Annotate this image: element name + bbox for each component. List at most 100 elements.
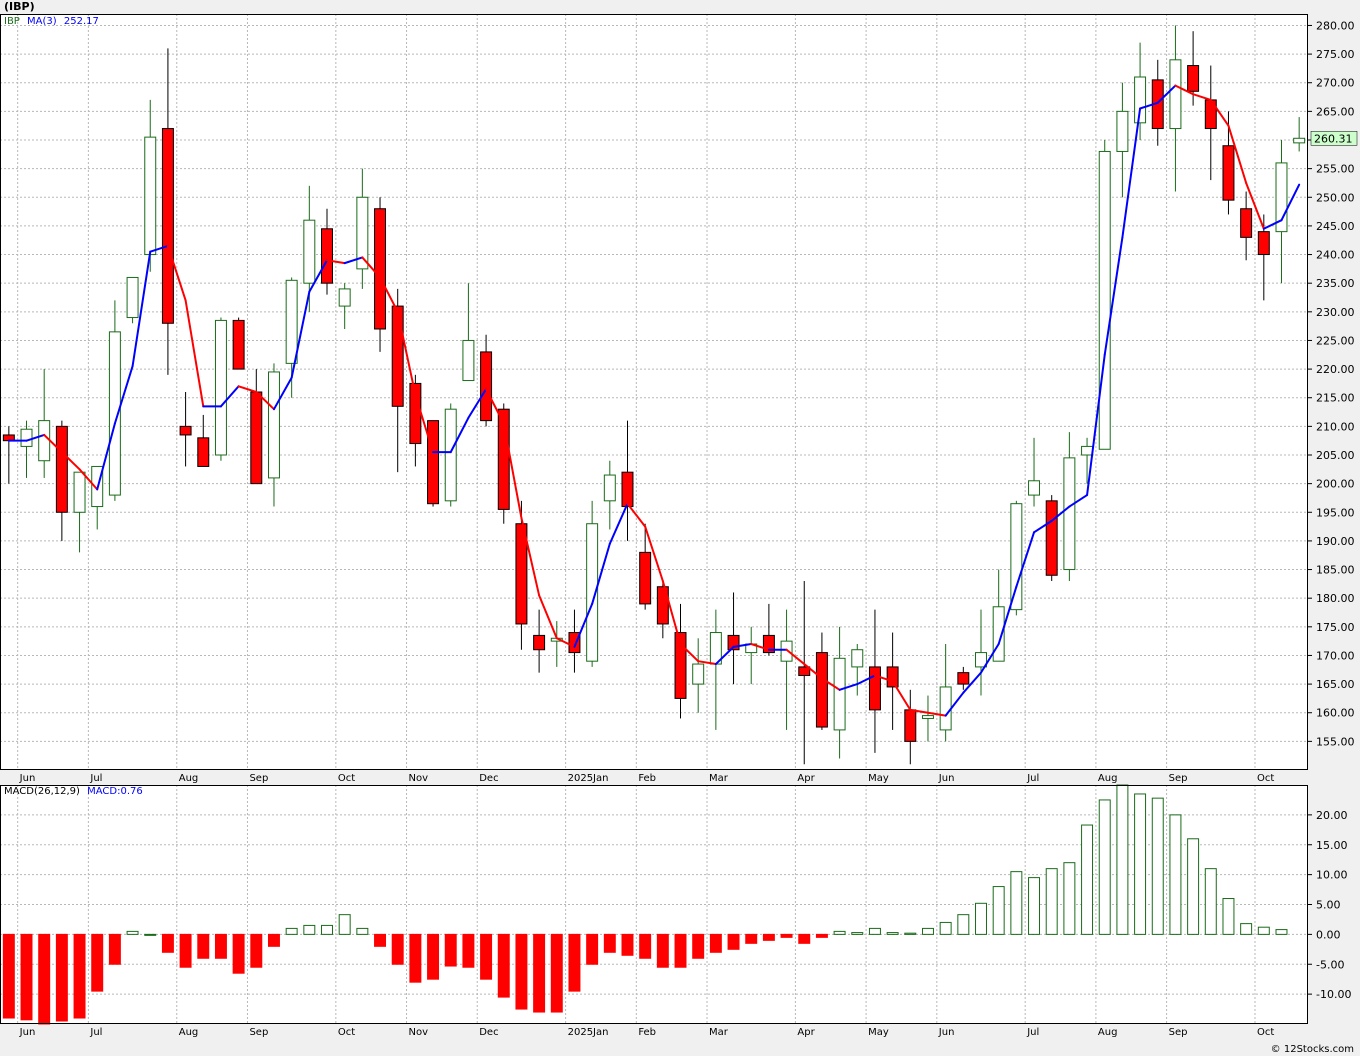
macd-tick-label: 0.00	[1316, 928, 1341, 941]
macd-bar	[1045, 868, 1058, 935]
price-month-label: Jun	[19, 773, 36, 784]
macd-tick-label: 20.00	[1316, 809, 1348, 822]
price-tick-label: 225.00	[1316, 334, 1355, 347]
macd-bar	[515, 933, 528, 1010]
macd-bar	[267, 933, 280, 947]
macd-bar	[391, 933, 404, 965]
price-month-label: Feb	[638, 773, 656, 784]
macd-bar	[250, 933, 263, 968]
macd-bar	[1028, 877, 1041, 935]
candle-body	[904, 709, 917, 742]
candle-body	[851, 649, 864, 668]
price-tick-label: 185.00	[1316, 564, 1355, 577]
macd-bar	[480, 933, 493, 980]
last-price-label: 260.31	[1314, 132, 1353, 145]
macd-y-axis: -10.00 -5.00 0.00 5.00 10.00 15.00 20.00	[1308, 809, 1351, 1001]
price-tick-label: 280.00	[1316, 19, 1355, 32]
macd-bar	[338, 914, 351, 935]
candle-body	[603, 474, 616, 502]
price-tick-label: 270.00	[1316, 77, 1355, 90]
macd-tick-label: 10.00	[1316, 869, 1348, 882]
macd-bar	[939, 921, 952, 935]
candle-body	[1010, 503, 1023, 611]
macd-bar	[868, 927, 881, 935]
macd-bar	[409, 933, 422, 983]
macd-bar	[533, 933, 546, 1013]
macd-month-label: Dec	[479, 1027, 498, 1038]
candle-body	[1063, 457, 1076, 571]
price-month-label: Oct	[338, 773, 355, 784]
macd-bar	[975, 902, 987, 935]
macd-bar	[38, 933, 51, 1025]
macd-bar	[285, 927, 298, 935]
price-month-label: May	[868, 773, 889, 784]
macd-bar	[497, 933, 510, 998]
macd-month-label: Feb	[638, 1027, 656, 1038]
price-month-label: Jun	[938, 773, 955, 784]
macd-bar	[73, 933, 86, 1019]
candle-body	[833, 657, 846, 731]
macd-tick-label: -5.00	[1316, 958, 1344, 971]
chart-canvas: 155.00 160.00 165.00 170.00 175.00 180.00 185.…	[0, 14, 1358, 1038]
candle-body	[939, 686, 952, 731]
price-tick-label: 235.00	[1316, 277, 1355, 290]
price-tick-label: 210.00	[1316, 420, 1355, 433]
macd-x-axis: Jun Jul Aug Sep Oct Nov Dec 2025Jan Feb Mar Apr May…	[19, 1027, 1275, 1038]
macd-bar	[356, 927, 369, 935]
macd-bar	[992, 886, 1005, 935]
candle-body	[321, 228, 333, 284]
candle-body	[1098, 150, 1111, 450]
macd-bar	[462, 933, 475, 968]
price-tick-label: 255.00	[1316, 163, 1355, 176]
macd-legend: MACD(26,12,9) MACD:0.76	[4, 786, 143, 797]
candle-body	[886, 666, 899, 688]
macd-bar	[586, 933, 599, 965]
price-tick-label: 265.00	[1316, 105, 1355, 118]
macd-bar	[91, 933, 104, 992]
macd-bar	[144, 933, 157, 936]
candle-body	[285, 279, 298, 364]
macd-month-label: Aug	[1098, 1027, 1118, 1038]
candle-body	[126, 276, 139, 319]
candle-body	[179, 425, 192, 436]
macd-grid	[0, 785, 1308, 1024]
price-month-label: Sep	[1169, 773, 1188, 784]
macd-bar	[550, 933, 563, 1013]
candle-body	[391, 305, 404, 407]
macd-tick-label: 15.00	[1316, 839, 1348, 852]
candle-body	[1257, 231, 1270, 256]
macd-bar	[303, 924, 316, 935]
legend-symbol: IBP	[4, 16, 20, 27]
legend-ma-label: MA(3)	[27, 16, 57, 27]
price-tick-label: 220.00	[1316, 363, 1355, 376]
candle-body	[161, 128, 174, 324]
macd-bar	[833, 930, 846, 935]
candle-body	[1293, 137, 1306, 144]
price-month-label: Jul	[89, 773, 102, 784]
candle-body	[20, 428, 33, 447]
candle-body	[1028, 480, 1041, 496]
macd-bar	[1222, 898, 1235, 935]
macd-bar	[709, 933, 722, 953]
macd-bar	[1204, 868, 1217, 935]
candle-body	[250, 391, 263, 485]
candle-body	[374, 208, 387, 330]
macd-bar	[745, 933, 758, 944]
candle-body	[533, 634, 546, 651]
candle-body	[692, 663, 705, 685]
candle-body	[232, 319, 245, 370]
macd-month-label: 2025Jan	[568, 1027, 609, 1038]
price-month-label: Nov	[409, 773, 429, 784]
price-tick-label: 160.00	[1316, 707, 1355, 720]
macd-bar	[1081, 824, 1094, 935]
macd-bar	[1257, 926, 1270, 935]
candle-body	[868, 666, 881, 711]
candle-body	[267, 371, 280, 479]
macd-month-label: Jul	[1026, 1027, 1039, 1038]
candle-body	[214, 319, 227, 456]
macd-bar	[921, 927, 934, 935]
macd-bar	[1063, 862, 1076, 935]
macd-month-label: May	[868, 1027, 889, 1038]
macd-bar	[1116, 784, 1129, 935]
candle-body	[1187, 65, 1200, 92]
